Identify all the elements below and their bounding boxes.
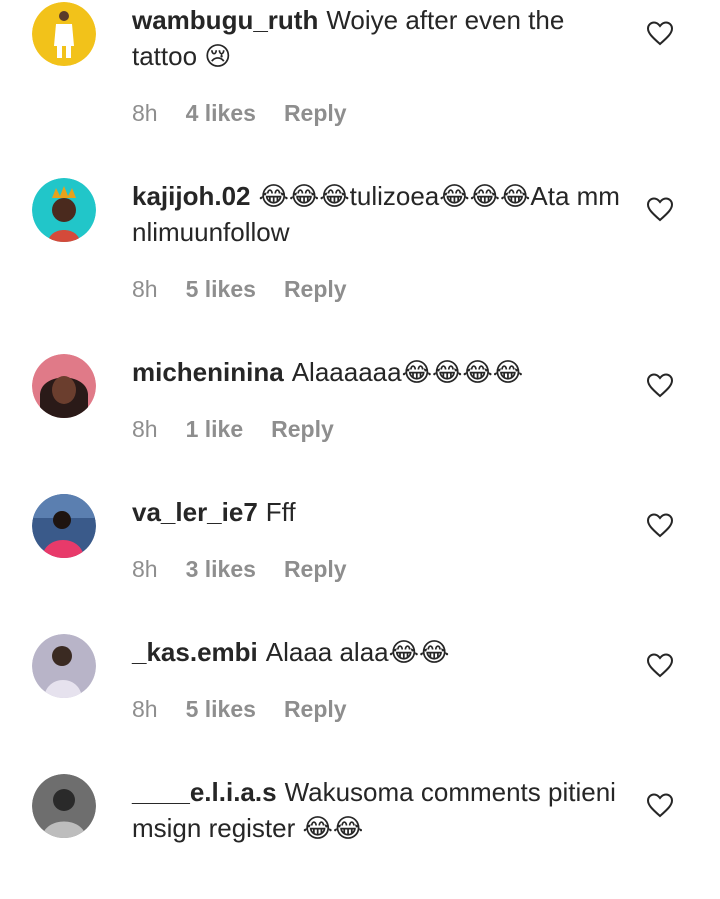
comment-meta: 8h 5 likes Reply xyxy=(132,276,375,303)
reply-button[interactable]: Reply xyxy=(284,556,347,583)
heart-outline-icon[interactable] xyxy=(646,372,674,398)
comment-text: ____e.l.i.a.s Wakusoma comments pitieni m… xyxy=(132,774,627,846)
comment-likes[interactable]: 5 likes xyxy=(186,276,256,303)
comment-text: va_ler_ie7 Fff xyxy=(132,494,627,530)
comment-body: wambugu_ruth Woiye after even the tattoo … xyxy=(132,0,627,126)
avatar[interactable] xyxy=(32,634,96,698)
comment-time: 8h xyxy=(132,556,158,582)
comment-content: Alaaa alaa😂😂 xyxy=(265,637,450,667)
comment-likes[interactable]: 1 like xyxy=(186,416,244,443)
comment-time: 8h xyxy=(132,276,158,302)
reply-button[interactable]: Reply xyxy=(284,696,347,723)
avatar[interactable] xyxy=(32,2,96,66)
avatar[interactable] xyxy=(32,354,96,418)
comment-body: micheninina Alaaaaaa😂😂😂😂 8h 1 like Reply xyxy=(132,352,627,442)
comment-content: Fff xyxy=(265,497,296,527)
reply-button[interactable]: Reply xyxy=(284,100,347,127)
comment-likes[interactable]: 5 likes xyxy=(186,696,256,723)
comment-body: kajijoh.02 😂😂😂tulizoea😂😂😂Ata mm nlimuunfo… xyxy=(132,176,627,302)
comment-time: 8h xyxy=(132,100,158,126)
comment-text: kajijoh.02 😂😂😂tulizoea😂😂😂Ata mm nlimuunfo… xyxy=(132,178,627,250)
comment-text: wambugu_ruth Woiye after even the tattoo … xyxy=(132,2,627,74)
comment-username[interactable]: va_ler_ie7 xyxy=(132,497,258,527)
heart-outline-icon[interactable] xyxy=(646,792,674,818)
avatar[interactable] xyxy=(32,178,96,242)
heart-outline-icon[interactable] xyxy=(646,20,674,46)
comment-body: _kas.embi Alaaa alaa😂😂 8h 5 likes Reply xyxy=(132,632,627,722)
comment-username[interactable]: _kas.embi xyxy=(132,637,258,667)
comment-username[interactable]: wambugu_ruth xyxy=(132,5,318,35)
reply-button[interactable]: Reply xyxy=(271,416,334,443)
comment-meta: 8h 5 likes Reply xyxy=(132,696,375,723)
comment-text: micheninina Alaaaaaa😂😂😂😂 xyxy=(132,354,627,390)
heart-outline-icon[interactable] xyxy=(646,196,674,222)
avatar[interactable] xyxy=(32,494,96,558)
comment-body: va_ler_ie7 Fff 8h 3 likes Reply xyxy=(132,492,627,582)
comment-likes[interactable]: 4 likes xyxy=(186,100,256,127)
comment-meta: 8h 4 likes Reply xyxy=(132,100,375,127)
comment-time: 8h xyxy=(132,416,158,442)
comment-username[interactable]: micheninina xyxy=(132,357,284,387)
comment-body: ____e.l.i.a.s Wakusoma comments pitieni m… xyxy=(132,772,627,846)
comment-likes[interactable]: 3 likes xyxy=(186,556,256,583)
heart-outline-icon[interactable] xyxy=(646,652,674,678)
comment-meta: 8h 3 likes Reply xyxy=(132,556,375,583)
heart-outline-icon[interactable] xyxy=(646,512,674,538)
comment-content: Alaaaaaa😂😂😂😂 xyxy=(291,357,524,387)
comment-meta: 8h 1 like Reply xyxy=(132,416,362,443)
comment-username[interactable]: ____e.l.i.a.s xyxy=(132,777,277,807)
comment-time: 8h xyxy=(132,696,158,722)
avatar[interactable] xyxy=(32,774,96,838)
comment-text: _kas.embi Alaaa alaa😂😂 xyxy=(132,634,627,670)
reply-button[interactable]: Reply xyxy=(284,276,347,303)
comment-username[interactable]: kajijoh.02 xyxy=(132,181,251,211)
